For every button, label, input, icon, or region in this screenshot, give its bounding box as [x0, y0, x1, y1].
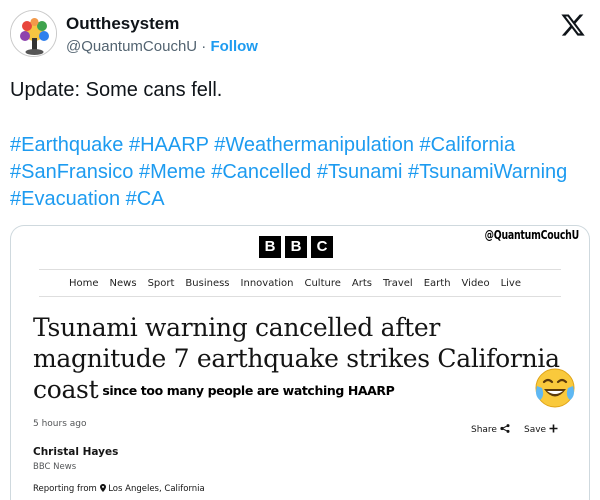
tweet-text: Update: Some cans fell.	[10, 79, 223, 101]
save-label: Save	[524, 425, 547, 435]
bbc-logo: B B C	[259, 236, 333, 258]
handle[interactable]: @QuantumCouchU	[66, 38, 197, 55]
nav-item-business: Business	[185, 278, 230, 289]
logo-letter-b2: B	[285, 236, 307, 258]
tweet-media-image[interactable]: @QuantumCouchU B B C Home News Sport Bus…	[10, 225, 590, 500]
nav-item-travel: Travel	[382, 278, 413, 289]
share-label: Share	[471, 425, 497, 435]
reporting-line: Reporting from Los Angeles, California	[33, 484, 205, 494]
avatar[interactable]	[10, 10, 57, 57]
reporting-prefix: Reporting from	[33, 484, 97, 494]
share-icon	[500, 424, 510, 433]
follow-button[interactable]: Follow	[210, 38, 258, 55]
tears-of-joy-emoji-icon	[535, 368, 575, 408]
reporting-location: Los Angeles, California	[108, 484, 205, 494]
plus-icon	[549, 424, 558, 433]
nav-divider-top	[39, 269, 561, 270]
site-nav: Home News Sport Business Innovation Cult…	[69, 278, 521, 289]
nav-divider-bottom	[39, 296, 561, 297]
nav-item-sport: Sport	[147, 278, 175, 289]
watermark: @QuantumCouchU	[484, 228, 580, 242]
article-time: 5 hours ago	[33, 419, 87, 429]
nav-item-arts: Arts	[351, 278, 372, 289]
nav-item-home: Home	[69, 278, 99, 289]
handle-row: @QuantumCouchU · Follow	[66, 38, 258, 55]
nav-item-innovation: Innovation	[240, 278, 294, 289]
location-pin-icon	[99, 484, 106, 492]
nav-item-culture: Culture	[304, 278, 341, 289]
byline-name: Christal Hayes	[33, 446, 119, 458]
separator-dot: ·	[201, 38, 207, 55]
overlay-caption: since too many people are watching HAARP	[102, 383, 395, 398]
nav-item-earth: Earth	[423, 278, 451, 289]
display-name[interactable]: Outthesystem	[66, 14, 179, 34]
share-control: Share	[471, 424, 510, 435]
logo-letter-b1: B	[259, 236, 281, 258]
logo-letter-c: C	[311, 236, 333, 258]
article-headline: Tsunami warning cancelled after magnitud…	[33, 312, 573, 406]
byline-org: BBC News	[33, 462, 77, 472]
nav-item-live: Live	[500, 278, 521, 289]
avatar-image	[11, 11, 56, 56]
hashtags[interactable]: #Earthquake #HAARP #Weathermanipulation …	[10, 132, 595, 213]
nav-item-video: Video	[461, 278, 490, 289]
save-control: Save	[524, 424, 558, 435]
x-logo-icon[interactable]	[560, 12, 586, 38]
nav-item-news: News	[109, 278, 137, 289]
